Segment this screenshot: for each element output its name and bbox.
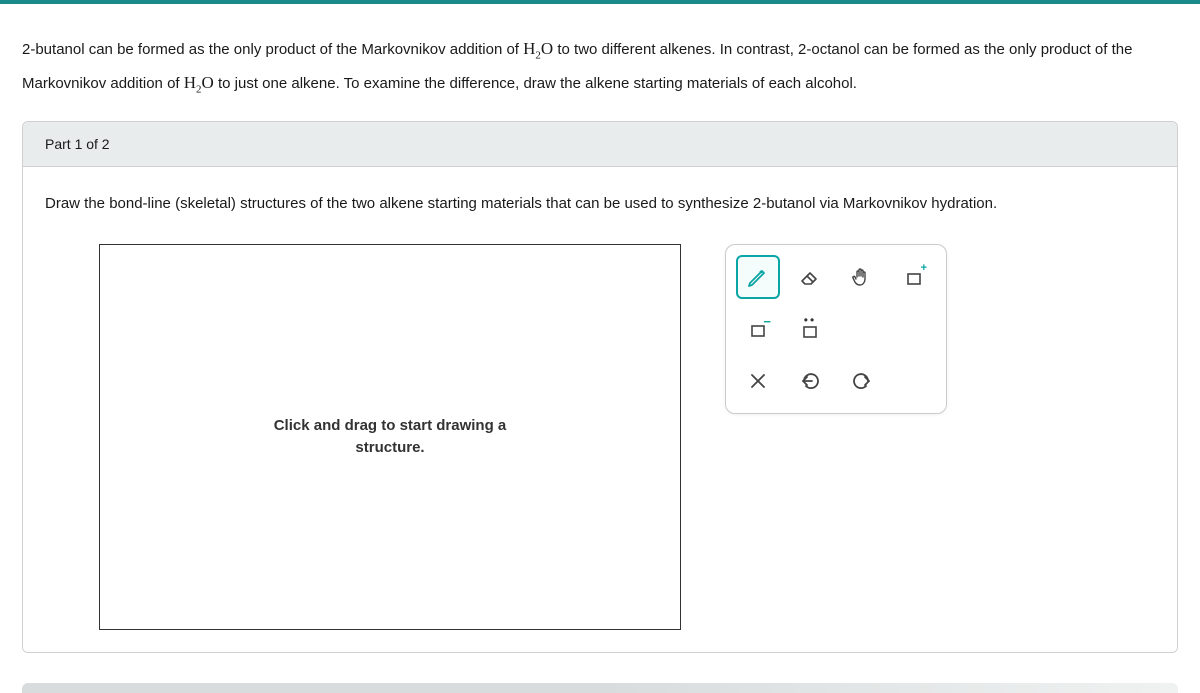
undo-icon [798, 369, 822, 393]
drawing-canvas[interactable]: Click and drag to start drawing a struct… [99, 244, 681, 630]
charge-minus-button[interactable]: − [736, 307, 780, 351]
question-text-part1: 2-butanol can be formed as the only prod… [22, 41, 523, 58]
part-instruction: Draw the bond-line (skeletal) structures… [45, 191, 1155, 217]
redo-button[interactable] [840, 359, 884, 403]
hand-icon [850, 265, 874, 289]
undo-button[interactable] [788, 359, 832, 403]
part-header: Part 1 of 2 [23, 122, 1177, 167]
redo-icon [850, 369, 874, 393]
question-text-part3: to just one alkene. To examine the diffe… [214, 75, 857, 92]
canvas-hint: Click and drag to start drawing a struct… [274, 415, 507, 460]
hand-tool-button[interactable] [840, 255, 884, 299]
part-body: Draw the bond-line (skeletal) structures… [23, 167, 1177, 653]
question-prompt: 2-butanol can be formed as the only prod… [0, 4, 1200, 121]
eraser-icon [798, 265, 822, 289]
chem-formula-1: H2O [523, 39, 553, 58]
close-icon [746, 369, 770, 393]
dots-icon: •• [789, 314, 831, 326]
pencil-icon [746, 265, 770, 289]
tool-panel: + − •• [725, 244, 947, 414]
part-container: Part 1 of 2 Draw the bond-line (skeletal… [22, 121, 1178, 654]
clear-button[interactable] [736, 359, 780, 403]
charge-plus-button[interactable]: + [892, 255, 936, 299]
lone-pair-button[interactable]: •• [788, 307, 832, 351]
eraser-tool-button[interactable] [788, 255, 832, 299]
bottom-bar [22, 683, 1178, 693]
chem-formula-2: H2O [184, 73, 214, 92]
drawing-area-row: Click and drag to start drawing a struct… [45, 244, 1155, 630]
pencil-tool-button[interactable] [736, 255, 780, 299]
